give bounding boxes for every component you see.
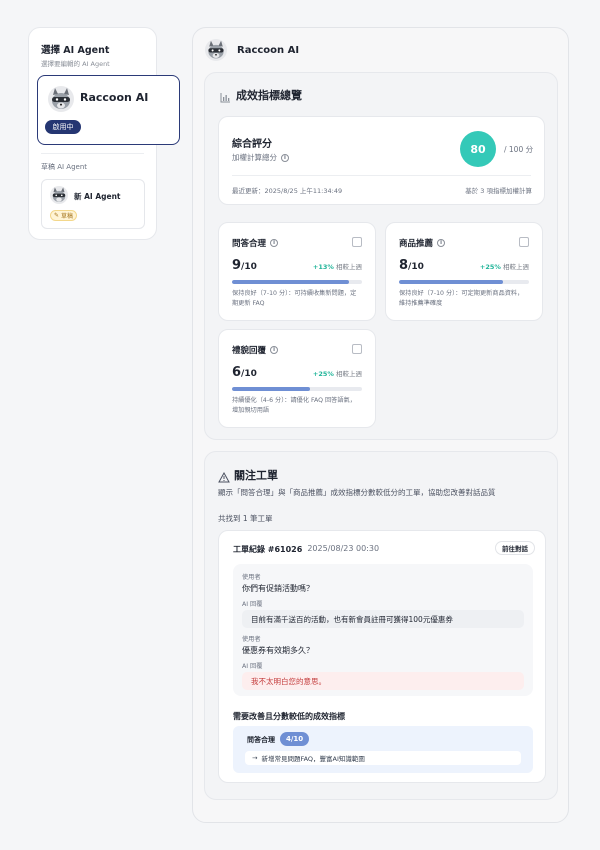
user-message: 優惠券有效期多久？	[242, 646, 314, 655]
raccoon-avatar	[50, 186, 68, 204]
ticket-time: 2025/08/23 00:30	[307, 544, 380, 553]
go-to-conversation-button[interactable]: 前往對話	[495, 541, 535, 555]
metric-change-label: 相較上週	[333, 263, 362, 271]
score-title: 綜合評分	[232, 139, 272, 150]
agent-name: Raccoon AI	[80, 91, 149, 104]
message-role: 使用者	[242, 636, 261, 643]
progress-fill	[232, 280, 349, 284]
metric-change: +25% 相較上週	[480, 261, 529, 271]
panel-title: 選擇 AI Agent	[41, 45, 110, 56]
chat-help-icon	[352, 237, 362, 247]
score-value: 80	[460, 131, 496, 167]
status-label: 草稿	[61, 213, 74, 220]
metric-change-value: +25%	[312, 370, 334, 378]
ticket-count: 共找到 1 筆工單	[218, 514, 273, 523]
info-icon[interactable]: i	[270, 346, 279, 354]
score-basis: 基於 3 項指標加權計算	[465, 187, 532, 195]
metric-change-value: +13%	[312, 263, 334, 271]
improve-item: 問答合理 4/10 → 新增常見問題FAQ，豐富AI知識範圍	[233, 726, 533, 773]
status-badge-draft: ✎ 草稿	[50, 210, 77, 221]
metric-note: 保持良好（7-10 分）：可定期更新商品資料，維持推薦準確度	[399, 290, 524, 307]
metric-score-max: /10	[241, 262, 257, 272]
metric-title: 商品推薦 i	[399, 237, 446, 249]
score-total: / 100 分	[504, 145, 534, 154]
divider	[41, 153, 144, 154]
draft-section-title: 草稿 AI Agent	[41, 163, 88, 171]
ai-message-flagged: 我不太明白您的意思。	[242, 672, 524, 690]
performance-overview: 成效指標總覽 綜合評分 加權計算總分 i 80 / 100 分 最近更新：202…	[204, 72, 558, 440]
metric-change-value: +25%	[479, 263, 501, 271]
metric-score: 8/10	[399, 258, 424, 273]
progress-fill	[232, 387, 310, 391]
message-role: 使用者	[242, 574, 261, 581]
section-title: 關注工單	[234, 469, 278, 482]
metric-score: 9/10	[232, 258, 257, 273]
conversation-preview: 使用者 你們有促銷活動嗎？ AI 回覆 目前有滿千送百的活動，也有新會員註冊可獲…	[233, 564, 533, 696]
message-role: AI 回覆	[242, 663, 263, 670]
message-role: AI 回覆	[242, 601, 263, 608]
improve-title: 需要改善且分數較低的成效指標	[233, 712, 345, 721]
metric-change-label: 相較上週	[333, 370, 362, 378]
score-subtitle-text: 加權計算總分	[232, 153, 277, 162]
metric-note: 持續優化（4-6 分）：請優化 FAQ 回答語氣，增加親切用語	[232, 397, 356, 414]
agent-title: Raccoon AI	[237, 45, 300, 56]
ticket-card: 工單紀錄 #61026 2025/08/23 00:30 前往對話 使用者 你們…	[218, 530, 546, 783]
attention-tickets: 關注工單 顯示「問答合理」與「商品推薦」成效指標分數較低分的工單，協助您改善對話…	[204, 451, 558, 800]
metric-title-text: 問答合理	[232, 239, 267, 249]
metric-score-value: 6	[232, 365, 242, 380]
bar-chart-icon	[220, 88, 231, 107]
metric-progress-bar	[399, 280, 529, 284]
metric-title: 問答合理 i	[232, 237, 279, 249]
chat-bubble-icon	[352, 344, 362, 354]
edit-icon: ✎	[53, 212, 59, 219]
panel-subtitle: 選擇要編輯的 AI Agent	[41, 60, 110, 68]
section-title: 成效指標總覽	[236, 89, 302, 102]
info-icon[interactable]: i	[281, 153, 289, 162]
metric-change: +25% 相較上週	[313, 368, 362, 378]
improve-suggestion: → 新增常見問題FAQ，豐富AI知識範圍	[245, 751, 521, 765]
info-icon[interactable]: i	[270, 239, 279, 247]
agent-card-raccoon-ai[interactable]: Raccoon AI 啟用中	[37, 75, 180, 145]
divider	[232, 175, 531, 176]
metric-title: 禮貌回覆 i	[232, 344, 279, 356]
raccoon-avatar	[48, 86, 74, 112]
improve-metric: 問答合理	[247, 736, 275, 744]
last-updated: 最近更新：2025/8/25 上午11:34:49	[232, 187, 343, 195]
improve-score-badge: 4/10	[280, 732, 310, 746]
ticket-header: 工單紀錄 #61026 2025/08/23 00:30	[233, 544, 379, 555]
warning-icon	[218, 468, 230, 487]
status-badge-active: 啟用中	[45, 120, 81, 134]
metric-progress-bar	[232, 280, 362, 284]
metric-card-politeness: 禮貌回覆 i 6/10 +25% 相較上週 持續優化（4-6 分）：請優化 FAQ…	[218, 329, 376, 428]
agent-selector-panel: 選擇 AI Agent 選擇要編輯的 AI Agent Raccoon AI 啟…	[28, 27, 180, 240]
metric-note: 保持良好（7-10 分）：可持續收集新問題，定期更新 FAQ	[232, 290, 357, 307]
metric-change: +13% 相較上週	[313, 261, 362, 271]
metric-score: 6/10	[232, 365, 257, 380]
metric-card-recommendation: 商品推薦 i 8/10 +25% 相較上週 保持良好（7-10 分）：可定期更新商…	[385, 222, 543, 321]
metric-card-qa: 問答合理 i 9/10 +13% 相較上週 保持良好（7-10 分）：可持續收集新…	[218, 222, 376, 321]
progress-fill	[399, 280, 503, 284]
ticket-id: 工單紀錄 #61026	[233, 545, 303, 554]
metric-change-label: 相較上週	[500, 263, 529, 271]
ai-message: 目前有滿千送百的活動，也有新會員註冊可獲得100元優惠券	[242, 610, 524, 628]
agent-dashboard: Raccoon AI 成效指標總覽 綜合評分 加權計算總分 i 80 / 100…	[192, 27, 569, 823]
metric-score-max: /10	[408, 262, 424, 272]
metric-title-text: 禮貌回覆	[232, 346, 267, 356]
metric-progress-bar	[232, 387, 362, 391]
suggestion-text: 新增常見問題FAQ，豐富AI知識範圍	[261, 755, 365, 763]
info-icon[interactable]: i	[437, 239, 446, 247]
score-subtitle: 加權計算總分 i	[232, 152, 289, 163]
overall-score-card: 綜合評分 加權計算總分 i 80 / 100 分 最近更新：2025/8/25 …	[218, 116, 545, 205]
section-description: 顯示「問答合理」與「商品推薦」成效指標分數較低分的工單，協助您改善對話品質	[218, 488, 496, 497]
metric-score-value: 9	[232, 258, 242, 273]
arrow-right-icon: →	[252, 754, 258, 762]
metric-score-value: 8	[399, 258, 409, 273]
user-message: 你們有促銷活動嗎？	[242, 584, 314, 593]
agent-name: 新 AI Agent	[74, 192, 121, 201]
metric-title-text: 商品推薦	[399, 239, 434, 249]
shopping-bag-icon	[519, 237, 529, 247]
raccoon-avatar	[205, 39, 227, 61]
agent-card-new-ai-agent[interactable]: 新 AI Agent ✎ 草稿	[41, 179, 145, 229]
metric-score-max: /10	[241, 369, 257, 379]
